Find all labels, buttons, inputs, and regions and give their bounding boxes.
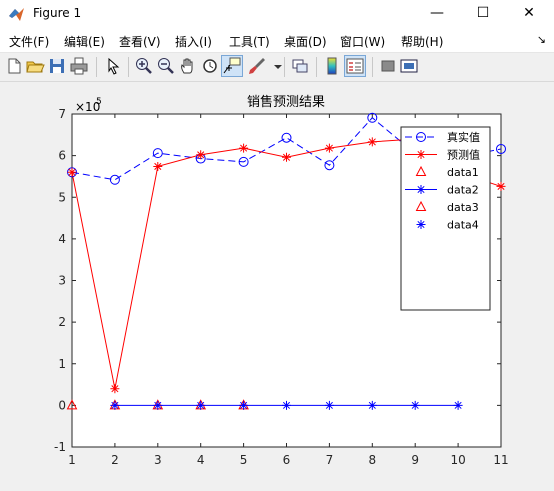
pointer-icon[interactable] [103, 56, 123, 76]
data-point-marker [239, 400, 249, 410]
y-tick-label: 7 [58, 107, 66, 121]
y-tick-label: 5 [58, 190, 66, 204]
x-tick-label: 5 [240, 453, 248, 467]
menu-window[interactable]: 窗口(W) [340, 33, 385, 50]
dock-arrow-icon[interactable]: ↘ [537, 33, 546, 46]
data-point-marker [367, 137, 377, 147]
chart-title: 销售预测结果 [247, 94, 325, 110]
show-plot-tools-icon[interactable] [399, 56, 419, 76]
legend-marker [416, 185, 426, 194]
y-exponent-power: 5 [96, 97, 102, 107]
data-point-marker [453, 400, 463, 410]
zoom-out-icon[interactable] [156, 56, 176, 76]
menu-file[interactable]: 文件(F) [9, 33, 49, 50]
pan-icon[interactable] [178, 56, 198, 76]
minimize-button[interactable]: — [414, 0, 460, 28]
x-tick-label: 11 [493, 453, 508, 467]
legend-label: data1 [447, 166, 479, 179]
x-tick-label: 1 [68, 453, 76, 467]
y-tick-label: 4 [58, 232, 66, 246]
y-tick-label: 3 [58, 274, 66, 288]
matlab-logo-icon [9, 8, 24, 21]
menu-tools[interactable]: 工具(T) [229, 33, 270, 50]
x-tick-label: 6 [283, 453, 291, 467]
brush-dropdown-icon[interactable] [268, 56, 288, 76]
data-point-marker [153, 400, 163, 410]
title-bar: Figure 1 — ☐ ✕ [0, 0, 554, 28]
print-icon[interactable] [69, 56, 89, 76]
toolbar-separator [372, 57, 373, 77]
data-point-marker [196, 400, 206, 410]
rotate-3d-icon[interactable] [200, 56, 220, 76]
toolbar-separator [316, 57, 317, 77]
y-tick-label: -1 [54, 440, 66, 454]
toolbar-separator [284, 57, 285, 77]
save-icon[interactable] [47, 56, 67, 76]
data-point-marker [496, 181, 506, 191]
legend-label: 预测值 [447, 149, 480, 162]
legend-marker [416, 220, 426, 229]
hide-plot-tools-icon[interactable] [378, 56, 398, 76]
data-point-marker [324, 143, 334, 153]
x-tick-label: 9 [411, 453, 419, 467]
toolbar-separator [128, 57, 129, 77]
legend-marker [416, 150, 426, 159]
data-point-marker [110, 400, 120, 410]
x-tick-label: 3 [154, 453, 162, 467]
data-point-marker [239, 143, 249, 153]
data-point-marker [282, 152, 291, 162]
x-tick-label: 4 [197, 453, 205, 467]
data-point-marker [367, 400, 377, 410]
maximize-button[interactable]: ☐ [460, 0, 506, 28]
menu-view[interactable]: 查看(V) [119, 33, 161, 50]
colorbar-icon[interactable] [322, 56, 342, 76]
legend-icon[interactable] [344, 55, 366, 77]
link-plot-icon[interactable] [290, 56, 310, 76]
data-cursor-icon[interactable] [221, 55, 243, 77]
window-title: Figure 1 [33, 6, 82, 20]
legend-label: data2 [447, 184, 479, 197]
data-point-marker [196, 150, 206, 160]
toolbar-separator [96, 57, 97, 77]
y-tick-label: 6 [58, 149, 66, 163]
data-point-marker [153, 161, 163, 171]
x-tick-label: 8 [368, 453, 376, 467]
menu-edit[interactable]: 编辑(E) [64, 33, 105, 50]
menu-desktop[interactable]: 桌面(D) [284, 33, 327, 50]
x-tick-label: 10 [450, 453, 465, 467]
new-figure-icon[interactable] [4, 56, 24, 76]
y-tick-label: 2 [58, 315, 66, 329]
y-tick-label: 1 [58, 357, 66, 371]
figure-canvas[interactable]: 1 2 3 4 5 6 7 8 9 10 11 -1 0 1 2 3 4 5 6 7 销售预测结果 ×10 5 真实值… [0, 82, 554, 491]
data-point-marker [67, 167, 77, 177]
legend-label: data4 [447, 219, 479, 232]
brush-icon[interactable] [247, 56, 267, 76]
data-point-marker [410, 400, 420, 410]
open-file-icon[interactable] [25, 56, 45, 76]
legend[interactable]: 真实值预测值 data1 data2 data3 data4 [400, 126, 491, 311]
toolbar [0, 53, 554, 82]
y-tick-label: 0 [58, 398, 66, 412]
legend-label: data3 [447, 201, 479, 214]
close-button[interactable]: ✕ [506, 0, 552, 28]
menu-help[interactable]: 帮助(H) [401, 33, 443, 50]
x-tick-label: 2 [111, 453, 119, 467]
zoom-in-icon[interactable] [134, 56, 154, 76]
x-tick-label: 7 [326, 453, 334, 467]
legend-label: 真实值 [447, 130, 480, 144]
menu-insert[interactable]: 插入(I) [175, 33, 212, 50]
menu-bar: 文件(F) 编辑(E) 查看(V) 插入(I) 工具(T) 桌面(D) 窗口(W… [0, 28, 554, 53]
data-point-marker [324, 400, 334, 410]
plot-svg: 1 2 3 4 5 6 7 8 9 10 11-101234567 销售预测结果 ×10 5 真实值… [54, 94, 509, 467]
data-point-marker [110, 384, 120, 394]
data-point-marker [282, 400, 291, 410]
